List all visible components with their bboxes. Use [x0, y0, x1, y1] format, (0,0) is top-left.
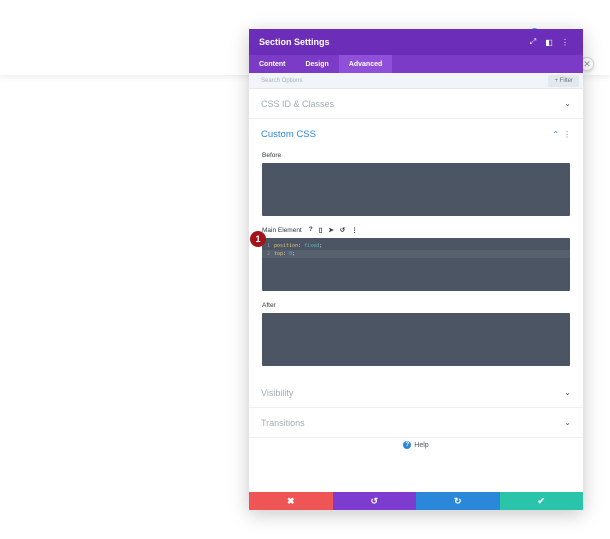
tab-design[interactable]: Design — [295, 55, 338, 73]
toggle-title: Custom CSS — [261, 128, 316, 140]
tab-advanced[interactable]: Advanced — [338, 55, 393, 73]
modal-header: Section Settings ⤢ ◧ ⋮ — [249, 29, 583, 55]
redo-button[interactable]: ↻ — [416, 492, 500, 510]
mobile-icon[interactable]: ▯ — [319, 226, 323, 234]
toggle-title: CSS ID & Classes — [261, 98, 335, 109]
tab-bar: Content Design Advanced — [249, 55, 583, 73]
undo-button[interactable]: ↺ — [332, 492, 416, 510]
modal-footer: ✖ ↺ ↻ ✔ — [249, 492, 583, 510]
line-number: 2 — [266, 251, 270, 257]
search-input[interactable]: Search Options — [261, 78, 548, 84]
main-element-label: Main Element — [262, 226, 302, 234]
main-element-label-row: Main Element ? ▯ ➤ ↺ ⋮ — [249, 224, 583, 236]
more-icon[interactable]: ⋮ — [351, 226, 358, 234]
section-settings-modal: Section Settings ⤢ ◧ ⋮ Content Design Ad… — [249, 29, 583, 510]
toggle-transitions[interactable]: Transitions ⌄ — [249, 408, 583, 438]
page: ✕ 1 Section Settings ⤢ ◧ ⋮ Content Desig… — [0, 0, 610, 539]
pointer-icon[interactable]: ➤ — [328, 226, 333, 234]
help-icon: ? — [403, 441, 412, 449]
cancel-button[interactable]: ✖ — [249, 492, 333, 510]
filter-button[interactable]: + Filter — [548, 74, 579, 87]
more-icon[interactable]: ⋮ — [563, 130, 571, 139]
after-css-editor[interactable] — [262, 313, 570, 366]
main-element-css-editor[interactable]: 1 position: fixed; 2 top: 0; — [262, 238, 570, 291]
chevron-up-icon: ⌃ — [552, 129, 559, 139]
after-label: After — [262, 301, 276, 309]
css-value: fixed — [304, 243, 320, 249]
search-row: Search Options + Filter — [249, 73, 583, 89]
toggle-custom-css[interactable]: Custom CSS ⌃ ⋮ — [249, 119, 583, 149]
chevron-down-icon: ⌄ — [564, 388, 571, 397]
help-label: Help — [414, 441, 429, 449]
modal-title: Section Settings — [259, 37, 330, 47]
fullscreen-icon[interactable]: ⤢ — [525, 37, 541, 47]
css-property: top — [274, 251, 284, 257]
chevron-down-icon: ⌄ — [564, 99, 571, 108]
code-line: 1 position: fixed; — [262, 242, 570, 250]
reset-icon[interactable]: ↺ — [340, 226, 345, 234]
toggle-css-id-classes[interactable]: CSS ID & Classes ⌄ — [249, 89, 583, 119]
step-badge: 1 — [250, 231, 266, 247]
main-element-tools: ? ▯ ➤ ↺ ⋮ — [309, 226, 358, 234]
more-icon[interactable]: ⋮ — [557, 38, 573, 47]
tab-content[interactable]: Content — [249, 55, 295, 73]
toggle-title: Visibility — [261, 387, 294, 398]
before-css-editor[interactable] — [262, 163, 570, 216]
save-button[interactable]: ✔ — [499, 492, 583, 510]
split-view-icon[interactable]: ◧ — [541, 38, 557, 47]
help-icon[interactable]: ? — [309, 226, 313, 234]
code-line: 2 top: 0; — [262, 250, 570, 258]
toggle-title: Transitions — [261, 417, 305, 428]
chevron-down-icon: ⌄ — [564, 418, 571, 427]
help-link[interactable]: ? Help — [249, 441, 583, 449]
toggle-visibility[interactable]: Visibility ⌄ — [249, 378, 583, 408]
css-property: position — [274, 243, 299, 249]
before-label: Before — [262, 151, 282, 159]
